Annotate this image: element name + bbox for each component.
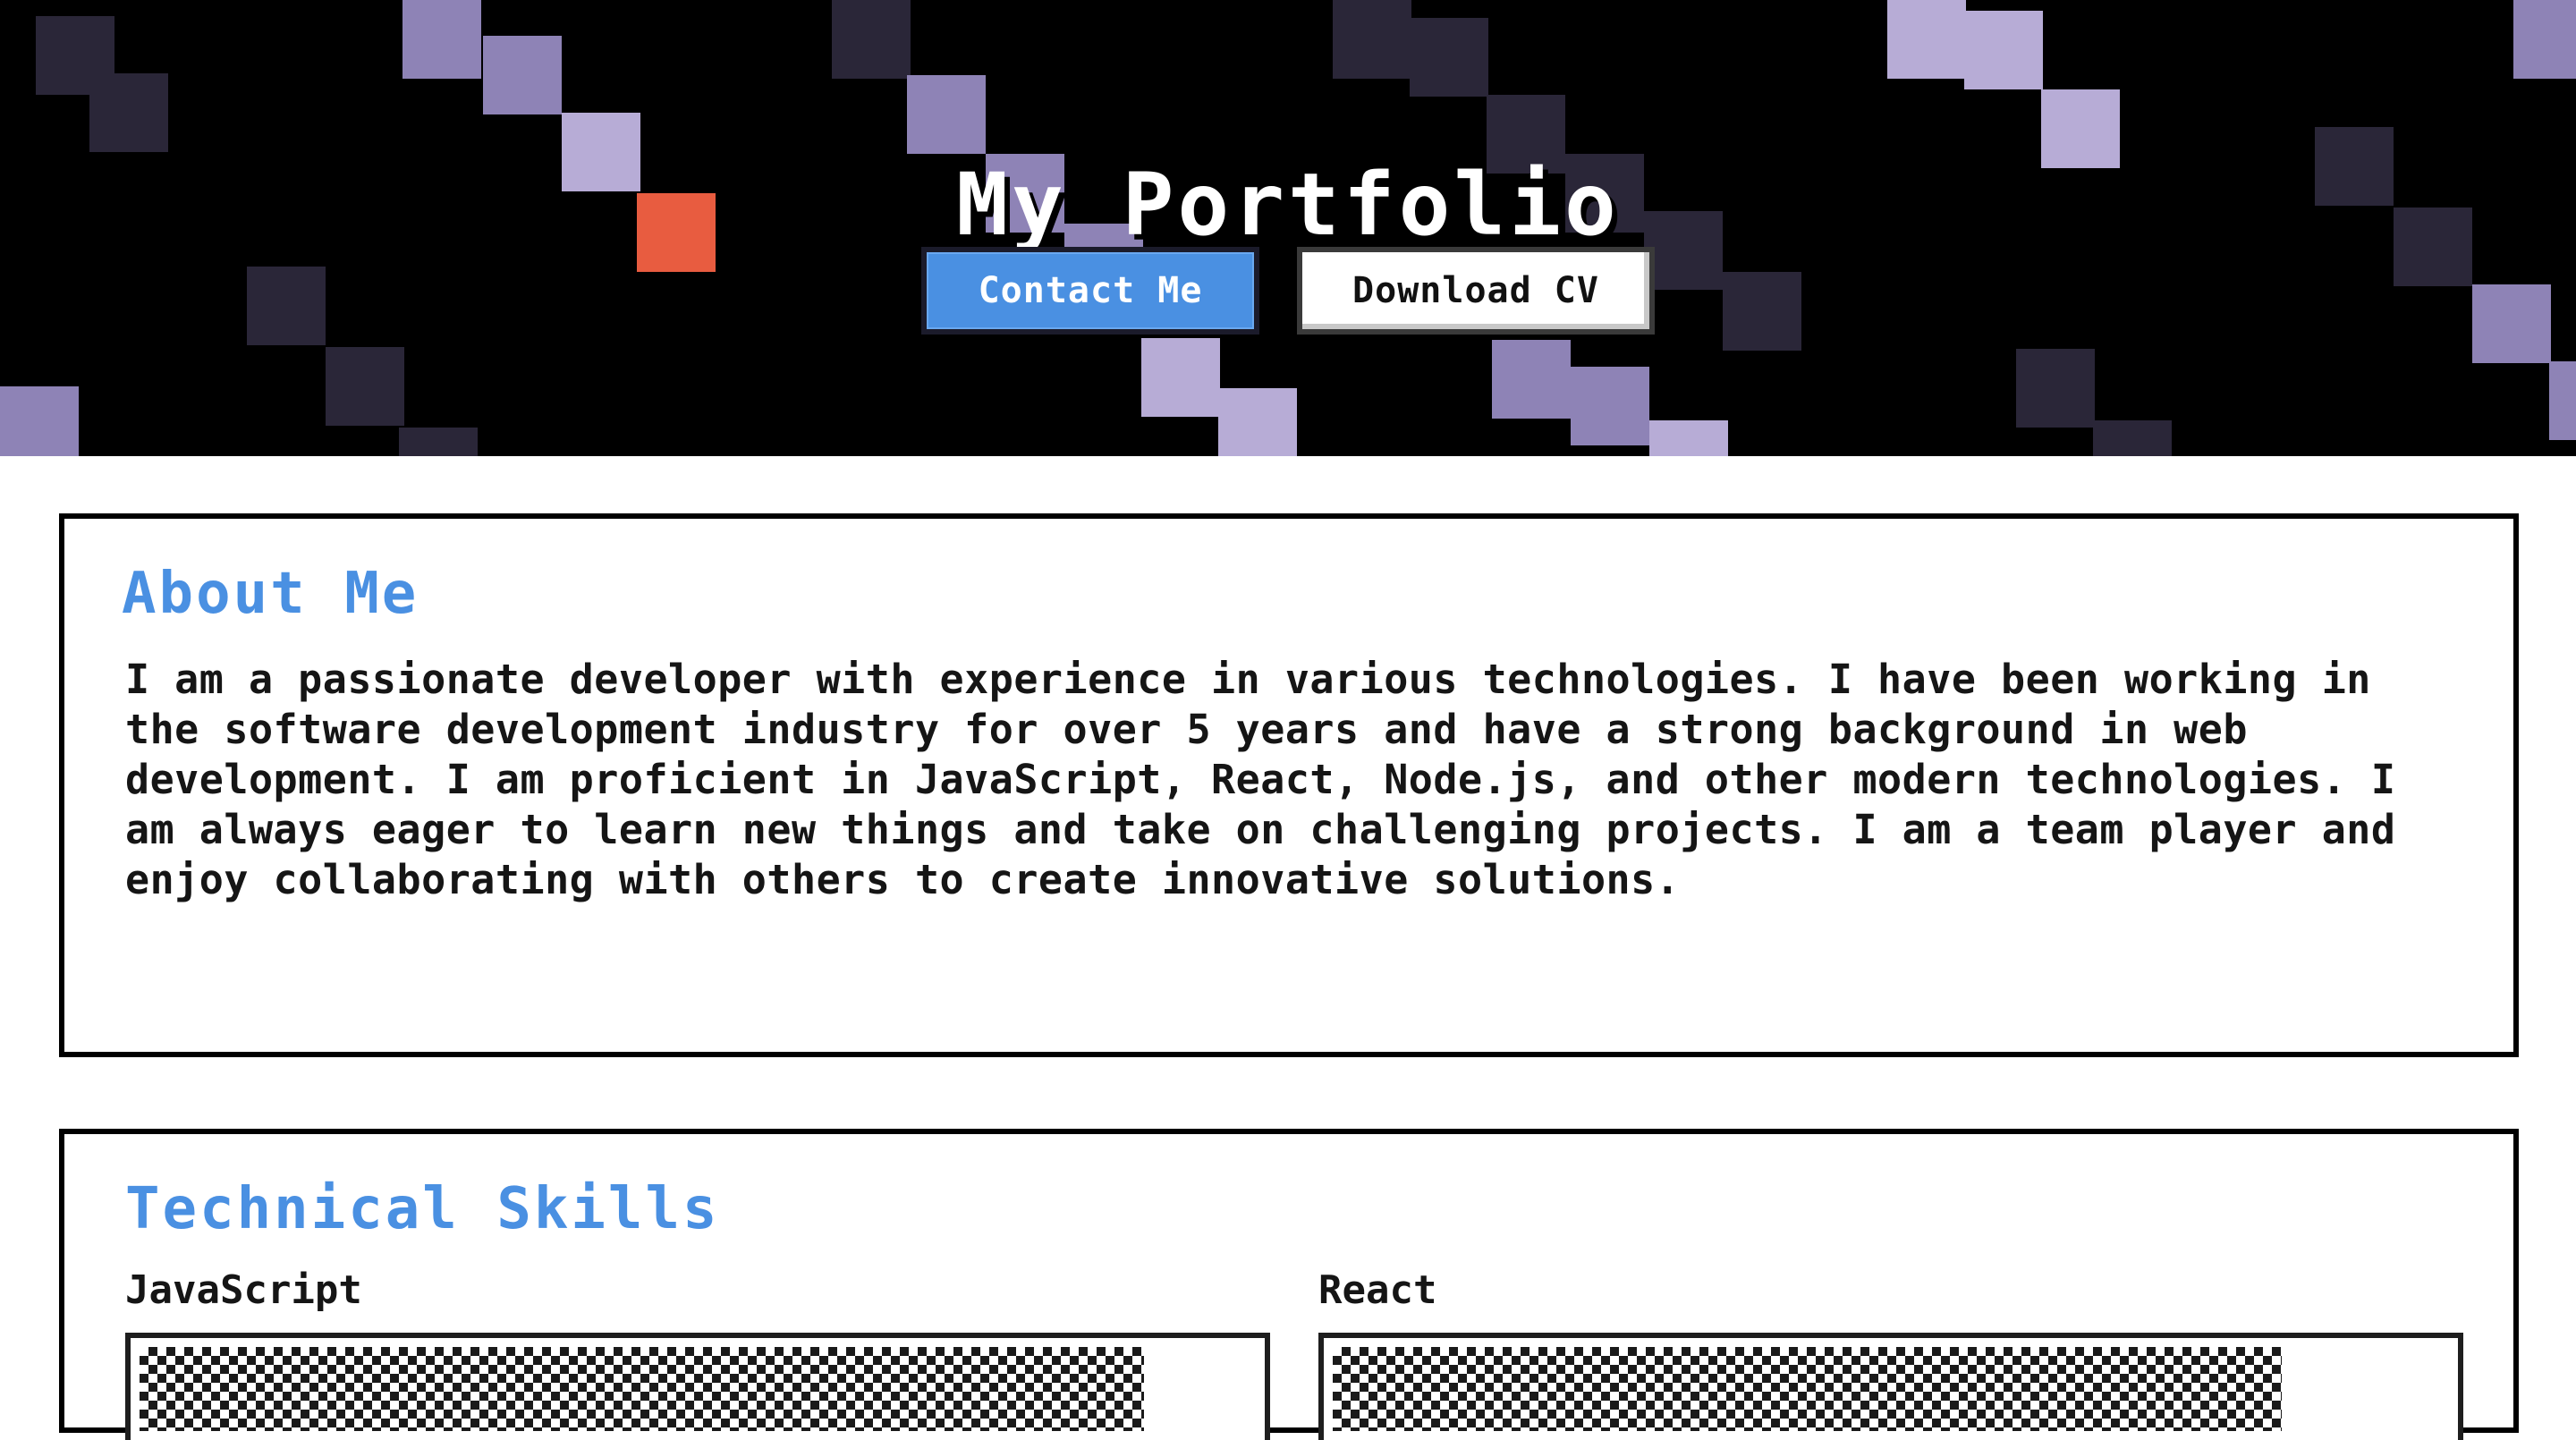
skill-name: JavaScript <box>125 1267 362 1313</box>
skill-progress-bar <box>1318 1333 2463 1440</box>
pixel-square <box>483 36 562 114</box>
about-section: About Me I am a passionate developer wit… <box>59 513 2519 1057</box>
hero-banner: My Portfolio Contact Me Download CV <box>0 0 2576 456</box>
pixel-square <box>1410 18 1488 97</box>
contact-me-button[interactable]: Contact Me <box>921 247 1259 335</box>
skill-name: React <box>1318 1267 1437 1313</box>
pixel-square <box>1141 338 1220 417</box>
skill-progress-fill <box>140 1347 1145 1431</box>
about-heading: About Me <box>122 561 419 627</box>
download-cv-button[interactable]: Download CV <box>1297 247 1655 335</box>
hero-actions: Contact Me Download CV <box>0 247 2576 335</box>
pixel-square <box>402 0 481 79</box>
pixel-square <box>399 428 478 456</box>
pixel-square <box>0 386 79 456</box>
pixel-square <box>89 73 168 152</box>
pixel-square <box>1887 0 1966 79</box>
pixel-square <box>2549 361 2576 440</box>
skill-item-react: React <box>1318 1268 2463 1440</box>
pixel-square <box>2513 0 2576 79</box>
pixel-square <box>2093 420 2172 456</box>
skill-progress-fill <box>1333 1347 2282 1431</box>
about-text: I am a passionate developer with experie… <box>125 656 2396 903</box>
skill-progress-bar <box>125 1333 1270 1440</box>
pixel-square <box>832 0 911 79</box>
skills-heading: Technical Skills <box>125 1176 720 1242</box>
page-title: My Portfolio <box>956 155 1620 256</box>
pixel-square <box>326 347 404 426</box>
pixel-square <box>1218 388 1297 456</box>
pixel-square <box>2016 349 2095 428</box>
skills-section: Technical Skills JavaScript React <box>59 1129 2519 1440</box>
pixel-square <box>1571 367 1649 445</box>
skill-item-javascript: JavaScript <box>125 1268 1270 1440</box>
pixel-square <box>1333 0 1411 79</box>
pixel-square <box>1649 420 1728 456</box>
pixel-square <box>1492 340 1571 419</box>
pixel-square <box>1964 11 2043 89</box>
pixel-square <box>907 75 986 154</box>
